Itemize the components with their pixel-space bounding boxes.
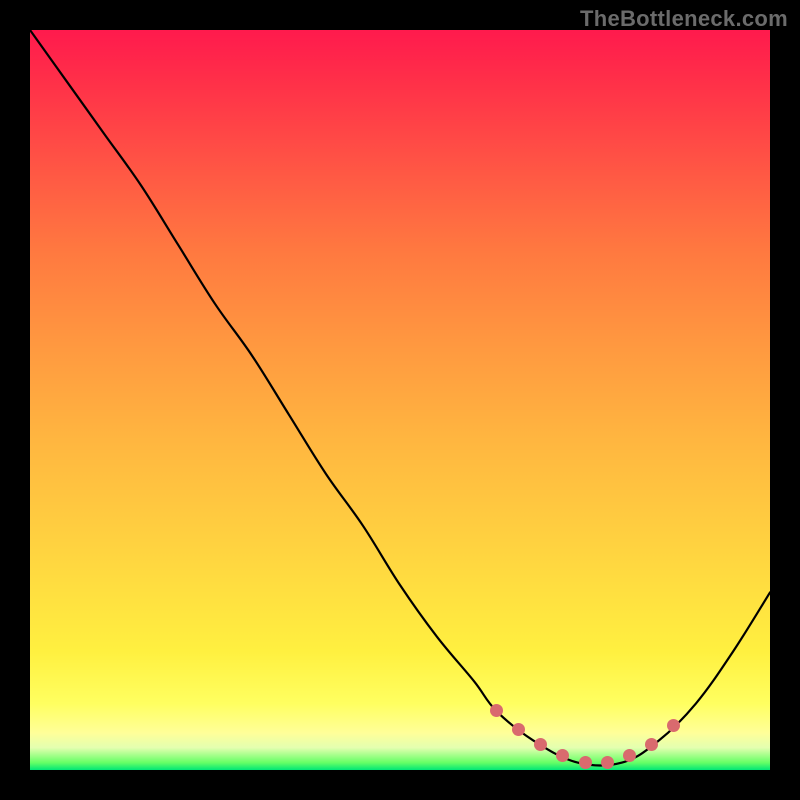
bottleneck-chart: TheBottleneck.com	[0, 0, 800, 800]
plot-area	[30, 30, 770, 770]
bottleneck-curve	[30, 30, 770, 766]
curve-svg	[30, 30, 770, 770]
watermark-text: TheBottleneck.com	[580, 6, 788, 32]
